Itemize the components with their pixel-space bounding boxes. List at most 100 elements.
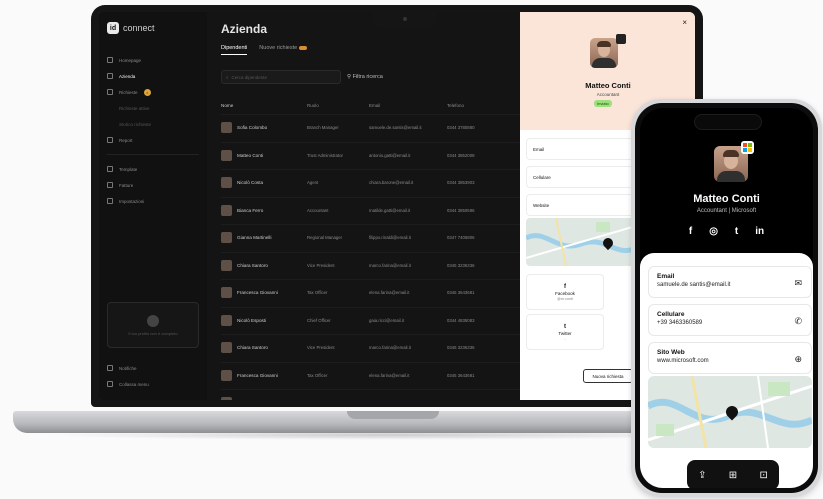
table-row[interactable]: Chiara Santoro Vice President marco.farina… <box>221 251 521 278</box>
sidebar-item-report[interactable]: Report <box>107 132 199 148</box>
phone-icon: ✆ <box>794 316 802 326</box>
twitter-icon[interactable]: t <box>735 226 738 237</box>
qr-code-icon[interactable]: ⊡ <box>759 470 767 481</box>
profile-subtitle: Accountant | Microsoft <box>696 208 757 214</box>
avatar <box>221 122 232 133</box>
email-cell: marco.farina@email.it <box>369 345 411 350</box>
filter-label: Filtra ricerca <box>352 74 383 80</box>
count-badge: • <box>143 88 151 96</box>
new-request-button[interactable]: Nuova richiesta <box>583 369 633 383</box>
employee-name: Francesca Giovanni <box>237 290 278 295</box>
employee-name: Matteo Conti <box>237 152 264 158</box>
sidebar-item-richieste-attive[interactable]: Richieste attive <box>107 100 199 116</box>
qr-code-icon[interactable] <box>616 34 626 44</box>
map[interactable] <box>648 376 812 448</box>
user-icon <box>147 314 159 327</box>
instagram-icon[interactable]: ◎ <box>709 226 718 237</box>
invoice-icon <box>107 182 113 188</box>
role-cell: Accountant <box>307 207 329 213</box>
logo-square <box>748 148 752 152</box>
employee-cell: Bianca Ferro <box>221 204 307 216</box>
phone-field[interactable]: Cellulare +39 3463360589 ✆ <box>648 304 812 336</box>
facebook-icon[interactable]: f <box>689 226 692 237</box>
sidebar-item-template[interactable]: Template <box>107 161 199 177</box>
email-cell: elena.farina@email.it <box>369 290 410 295</box>
sidebar-item-storico[interactable]: Storico richieste <box>107 116 199 132</box>
map[interactable] <box>526 218 636 266</box>
avatar <box>221 177 232 188</box>
linkedin-icon[interactable]: in <box>755 226 764 237</box>
employee-name: Nicolò Costa <box>237 180 264 185</box>
social-label: Facebook <box>555 290 575 296</box>
table-row[interactable]: Nicolò EspostiChief Officergaia.ricci@em… <box>221 306 521 333</box>
close-icon[interactable]: × <box>682 18 687 27</box>
sidebar-item-azienda[interactable]: Azienda <box>107 68 199 84</box>
role-cell: Agent <box>307 180 319 185</box>
avatar <box>221 342 232 353</box>
table-row[interactable]: Francesca Giovanni Tax Officer elena.farin… <box>221 361 521 388</box>
tabs: Dipendenti Nuove richieste <box>221 45 308 55</box>
email-cell: matilde.gatti@email.it <box>369 207 411 213</box>
employee-name: Sofia Colombo <box>237 125 268 130</box>
table-row[interactable]: Gianna Martinelli Regional Manager filippo… <box>221 224 521 250</box>
bell-icon <box>107 365 113 371</box>
logo[interactable]: id connect <box>107 22 199 34</box>
phone-cell: 0345 3643681 <box>447 372 475 378</box>
collapse-icon <box>107 381 113 387</box>
profile-promo-card[interactable]: Il tuo profilo non è completo <box>107 302 199 348</box>
email-field[interactable]: Email samuele.de santis@email.it ✉ <box>648 266 812 298</box>
facebook-card[interactable]: f Facebook @m.conti <box>526 274 604 310</box>
employee-name: Chiara Santoro <box>237 262 268 268</box>
column-header[interactable]: Nome <box>221 103 307 108</box>
avatar <box>221 369 232 381</box>
field-label: Cellulare <box>533 174 551 180</box>
table-row[interactable]: Nicolò Costa Agent chiara.barone@email.it 0… <box>221 169 521 195</box>
twitter-card[interactable]: t Twitter - <box>526 314 604 350</box>
column-header[interactable]: Telefono <box>447 103 511 108</box>
camera-notch <box>373 12 437 27</box>
column-header[interactable]: Email <box>369 103 447 108</box>
share-icon[interactable]: ⇪ <box>698 470 706 481</box>
search-input[interactable]: ⌕ Cerca dipendente <box>221 70 341 84</box>
employee-name: Francesca Giovanni <box>237 372 278 378</box>
table-row[interactable]: Nicolò EspostiChief Officergaia.ricci@em… <box>221 389 521 400</box>
tab-dipendenti[interactable]: Dipendenti <box>221 45 248 55</box>
sidebar-item-fatture[interactable]: Fatture <box>107 177 199 193</box>
sidebar-item-notifiche[interactable]: Notifiche <box>107 360 199 376</box>
sidebar-item-impostazioni[interactable]: Impostazioni <box>107 193 199 209</box>
email-cell: marco.farina@email.it <box>369 262 411 268</box>
microsoft-logo-icon <box>741 141 754 154</box>
website-field[interactable]: Sito Web www.microsoft.com ⊕ <box>648 342 812 374</box>
bottom-action-bar: ⇪ ⊞ ⊡ <box>687 460 779 488</box>
tab-nuove-richieste[interactable]: Nuove richieste <box>259 45 308 55</box>
filter-button[interactable]: ⚲ Filtra ricerca <box>347 74 383 80</box>
logo-square <box>743 143 747 147</box>
sidebar-item-label: Homepage <box>119 57 142 63</box>
add-contact-icon[interactable]: ⊞ <box>729 470 737 481</box>
promo-text: Il tuo profilo non è completo <box>128 330 178 336</box>
employee-name: Gianna Martinelli <box>237 235 272 240</box>
tab-label: Nuove richieste <box>259 45 298 51</box>
table-row[interactable]: Bianca Ferro Accountant matilde.gatti@emai… <box>221 196 521 223</box>
sidebar-bottom: Notifiche Collassa menu <box>107 360 199 392</box>
phone-cell: 0345 3236336 <box>447 345 475 350</box>
social-handle: @m.conti <box>556 296 574 301</box>
role-cell: Tax Officer <box>307 372 328 378</box>
logo-square <box>743 148 747 152</box>
employee-cell: Nicolò Esposti <box>221 314 307 326</box>
sidebar-item-collapse[interactable]: Collassa menu <box>107 376 199 392</box>
table-row[interactable]: Francesca Giovanni Tax Officer elena.farin… <box>221 279 521 305</box>
column-header[interactable]: Ruolo <box>307 103 369 108</box>
logo-square <box>748 143 752 147</box>
role-cell: Regional Manager <box>307 235 343 240</box>
sidebar-item-richieste[interactable]: Richieste • <box>107 84 199 100</box>
table-row[interactable]: Sofia Colombo Branch Manager samuele.de.sa… <box>221 114 521 140</box>
role-cell: Branch Manager <box>307 125 339 130</box>
table-row[interactable]: Chiara Santoro Vice President marco.farina… <box>221 334 521 360</box>
avatar <box>221 149 232 161</box>
sidebar-item-homepage[interactable]: Homepage <box>107 52 199 68</box>
employee-name: Chiara Santoro <box>237 345 268 350</box>
email-cell: filippo.rinaldi@email.it <box>369 235 411 240</box>
table-row[interactable]: Matteo Conti Trust Administrator antonio.g… <box>221 141 521 168</box>
contact-card: Email samuele.de santis@email.it ✉ Cellu… <box>640 253 813 488</box>
